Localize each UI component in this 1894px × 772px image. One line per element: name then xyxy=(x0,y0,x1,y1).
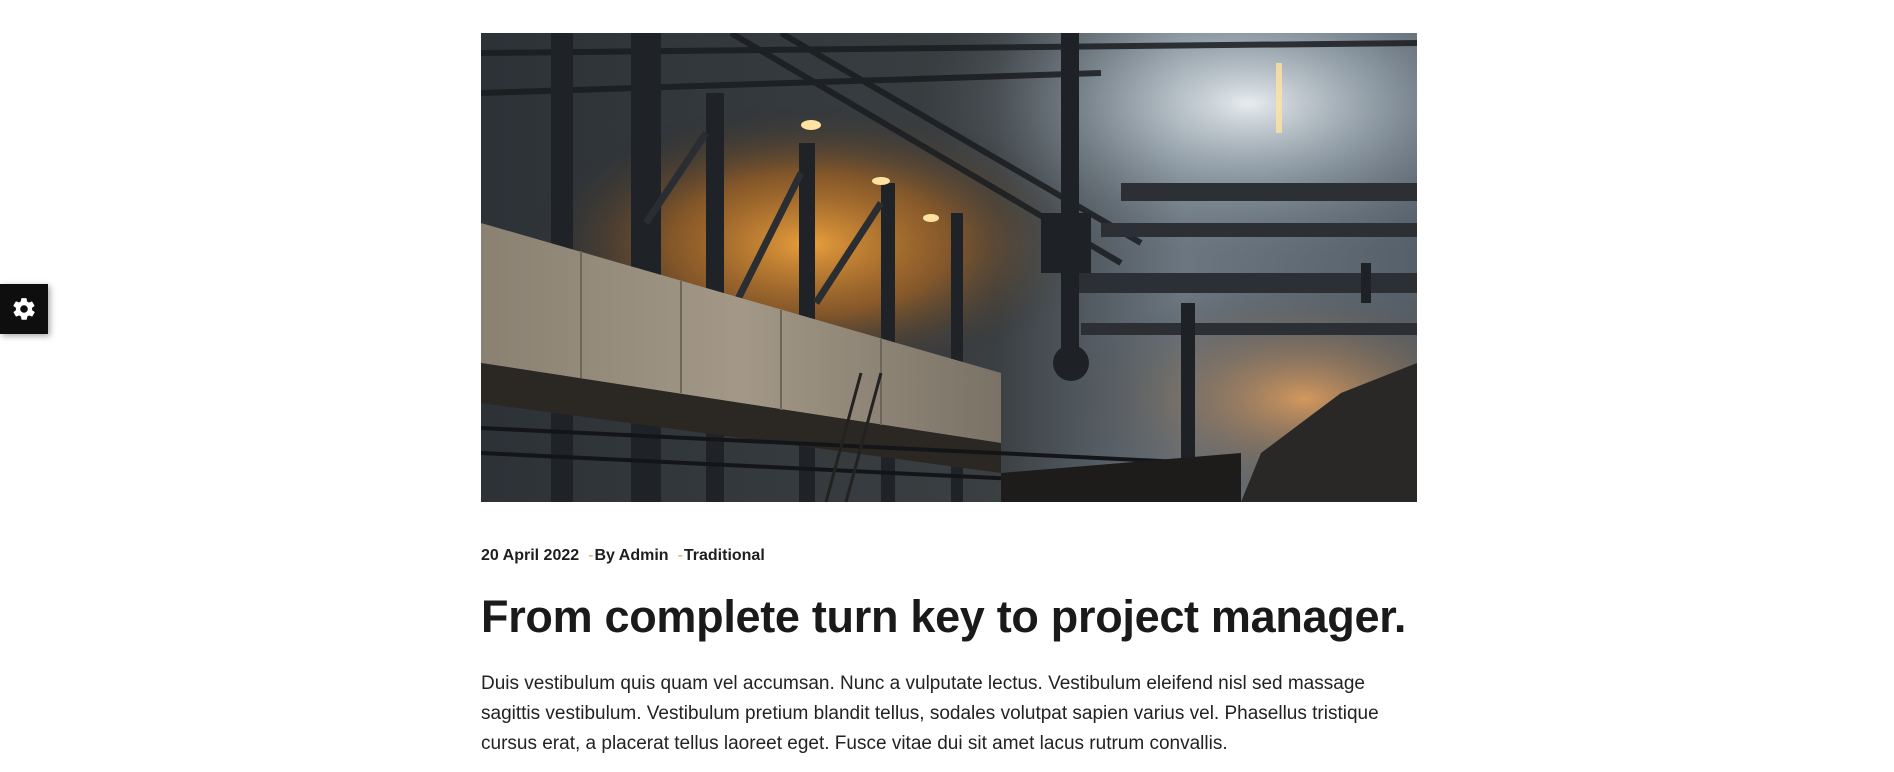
post-meta: 20 April 2022 - By Admin - Traditional xyxy=(481,547,1421,565)
post-excerpt: Duis vestibulum quis quam vel accumsan. … xyxy=(481,672,1379,754)
post-author[interactable]: By Admin xyxy=(594,547,668,565)
blog-post: 20 April 2022 - By Admin - Traditional F… xyxy=(481,33,1421,759)
post-category[interactable]: Traditional xyxy=(684,547,765,565)
settings-toggle-button[interactable] xyxy=(0,284,48,334)
meta-separator: - xyxy=(677,547,683,564)
gear-icon xyxy=(11,296,37,322)
post-date[interactable]: 20 April 2022 xyxy=(481,547,579,565)
post-featured-image[interactable] xyxy=(481,33,1417,502)
meta-separator: - xyxy=(588,547,594,564)
post-title[interactable]: From complete turn key to project manage… xyxy=(481,591,1421,643)
